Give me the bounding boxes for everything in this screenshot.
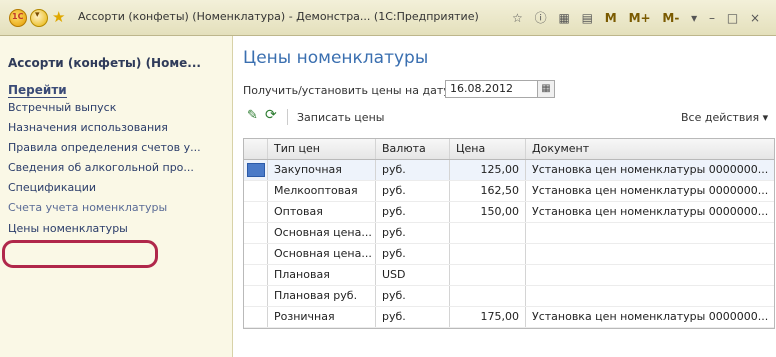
nav-item-svedeniya[interactable]: Сведения об алкогольной про... — [8, 161, 194, 174]
cell-price[interactable] — [450, 265, 526, 285]
table-row[interactable]: Основная цена... руб. — [244, 223, 774, 244]
m-minus-button[interactable]: M- — [662, 11, 679, 25]
page-title: Цены номенклатуры — [243, 48, 429, 68]
table-row[interactable]: Закупочная руб. 125,00 Установка цен ном… — [244, 160, 774, 181]
edit-pencil-icon[interactable]: ✎ — [247, 108, 258, 123]
cell-currency[interactable]: руб. — [376, 202, 450, 222]
column-header-currency[interactable]: Валюта — [376, 139, 450, 159]
close-icon[interactable]: × — [750, 11, 760, 25]
cell-currency[interactable]: руб. — [376, 286, 450, 306]
nav-item-ceny[interactable]: Цены номенклатуры — [8, 222, 128, 235]
refresh-icon[interactable]: ⟳ — [265, 107, 277, 123]
row-marker-cell — [244, 244, 268, 264]
prices-table: Тип цен Валюта Цена Документ Закупочная … — [243, 138, 775, 329]
all-actions-menu[interactable]: Все действия ▾ — [681, 111, 768, 124]
column-header-document[interactable]: Документ — [526, 139, 772, 159]
row-marker-cell — [244, 286, 268, 306]
nav-item-naznacheniya[interactable]: Назначения использования — [8, 121, 168, 134]
highlight-circle — [2, 240, 158, 268]
cell-type[interactable]: Закупочная — [268, 160, 376, 180]
dropdown-icon[interactable]: ▾ — [691, 11, 697, 25]
table-row[interactable]: Основная цена... руб. — [244, 244, 774, 265]
cell-document[interactable] — [526, 244, 772, 264]
table-row[interactable]: Плановая руб. руб. — [244, 286, 774, 307]
cell-price[interactable] — [450, 286, 526, 306]
minimize-icon[interactable]: – — [709, 11, 715, 25]
cell-currency[interactable]: руб. — [376, 181, 450, 201]
table-row[interactable]: Оптовая руб. 150,00 Установка цен номенк… — [244, 202, 774, 223]
selected-row-marker — [247, 163, 265, 177]
cell-document[interactable] — [526, 265, 772, 285]
calendar-picker-icon[interactable]: ▦ — [537, 80, 555, 98]
cell-document[interactable]: Установка цен номенклатуры 0000000... — [526, 307, 772, 327]
calculator-icon[interactable]: ▦ — [558, 11, 569, 25]
table-header: Тип цен Валюта Цена Документ — [244, 139, 774, 160]
cell-document[interactable] — [526, 223, 772, 243]
cell-type[interactable]: Основная цена... — [268, 223, 376, 243]
star-add-icon[interactable]: ☆ — [512, 11, 523, 25]
window-title: Ассорти (конфеты) (Номенклатура) - Демон… — [78, 10, 479, 23]
header-marker-cell — [244, 139, 268, 159]
row-marker-cell — [244, 181, 268, 201]
write-prices-button[interactable]: Записать цены — [297, 111, 384, 124]
nav-item-vstrechny[interactable]: Встречный выпуск — [8, 101, 116, 114]
cell-currency[interactable]: руб. — [376, 307, 450, 327]
cell-type[interactable]: Плановая — [268, 265, 376, 285]
cell-document[interactable]: Установка цен номенклатуры 0000000... — [526, 202, 772, 222]
row-marker-cell — [244, 307, 268, 327]
cell-document[interactable]: Установка цен номенклатуры 0000000... — [526, 181, 772, 201]
title-toolbar: ☆ ⓘ ▦ ▤ M M+ M- ▾ – □ × — [512, 9, 768, 26]
cell-price[interactable]: 150,00 — [450, 202, 526, 222]
cell-document[interactable]: Установка цен номенклатуры 0000000... — [526, 160, 772, 180]
nav-item-specifikacii[interactable]: Спецификации — [8, 181, 96, 194]
date-input[interactable]: 16.08.2012 — [445, 80, 543, 98]
cell-type[interactable]: Плановая руб. — [268, 286, 376, 306]
toolbar-divider — [287, 109, 288, 125]
row-marker-cell — [244, 202, 268, 222]
main-menu-icon[interactable]: ▾ — [30, 9, 48, 27]
cell-type[interactable]: Мелкооптовая — [268, 181, 376, 201]
table-row[interactable]: Мелкооптовая руб. 162,50 Установка цен н… — [244, 181, 774, 202]
info-icon[interactable]: ⓘ — [535, 11, 547, 25]
m-plus-button[interactable]: M+ — [629, 11, 651, 25]
title-bar: 1С ▾ ★ Ассорти (конфеты) (Номенклатура) … — [0, 0, 776, 36]
cell-currency[interactable]: USD — [376, 265, 450, 285]
cell-type[interactable]: Основная цена... — [268, 244, 376, 264]
calendar-icon[interactable]: ▤ — [582, 11, 593, 25]
favorite-star-icon[interactable]: ★ — [52, 8, 65, 26]
cell-type[interactable]: Розничная — [268, 307, 376, 327]
app-window: 1С ▾ ★ Ассорти (конфеты) (Номенклатура) … — [0, 0, 776, 357]
m-button[interactable]: M — [605, 11, 617, 25]
cell-currency[interactable]: руб. — [376, 160, 450, 180]
panel-title: Ассорти (конфеты) (Номе... — [8, 56, 201, 70]
cell-type[interactable]: Оптовая — [268, 202, 376, 222]
cell-price[interactable]: 162,50 — [450, 181, 526, 201]
cell-currency[interactable]: руб. — [376, 244, 450, 264]
cell-currency[interactable]: руб. — [376, 223, 450, 243]
go-section-header[interactable]: Перейти — [8, 83, 67, 98]
main-content: Цены номенклатуры Получить/установить це… — [233, 36, 776, 357]
row-marker-cell — [244, 223, 268, 243]
cell-price[interactable] — [450, 223, 526, 243]
cell-price[interactable]: 125,00 — [450, 160, 526, 180]
cell-price[interactable]: 175,00 — [450, 307, 526, 327]
table-row[interactable]: Розничная руб. 175,00 Установка цен номе… — [244, 307, 774, 328]
app-logo-icon[interactable]: 1С — [9, 9, 27, 27]
column-header-type[interactable]: Тип цен — [268, 139, 376, 159]
column-header-price[interactable]: Цена — [450, 139, 526, 159]
cell-document[interactable] — [526, 286, 772, 306]
nav-item-scheta[interactable]: Счета учета номенклатуры — [8, 201, 167, 214]
maximize-icon[interactable]: □ — [727, 11, 738, 25]
table-row[interactable]: Плановая USD — [244, 265, 774, 286]
row-marker-cell — [244, 160, 268, 180]
cell-price[interactable] — [450, 244, 526, 264]
date-label: Получить/установить цены на дату: — [243, 84, 454, 97]
nav-item-pravila[interactable]: Правила определения счетов у... — [8, 141, 201, 154]
row-marker-cell — [244, 265, 268, 285]
navigation-panel: Ассорти (конфеты) (Номе... Перейти Встре… — [0, 36, 233, 357]
